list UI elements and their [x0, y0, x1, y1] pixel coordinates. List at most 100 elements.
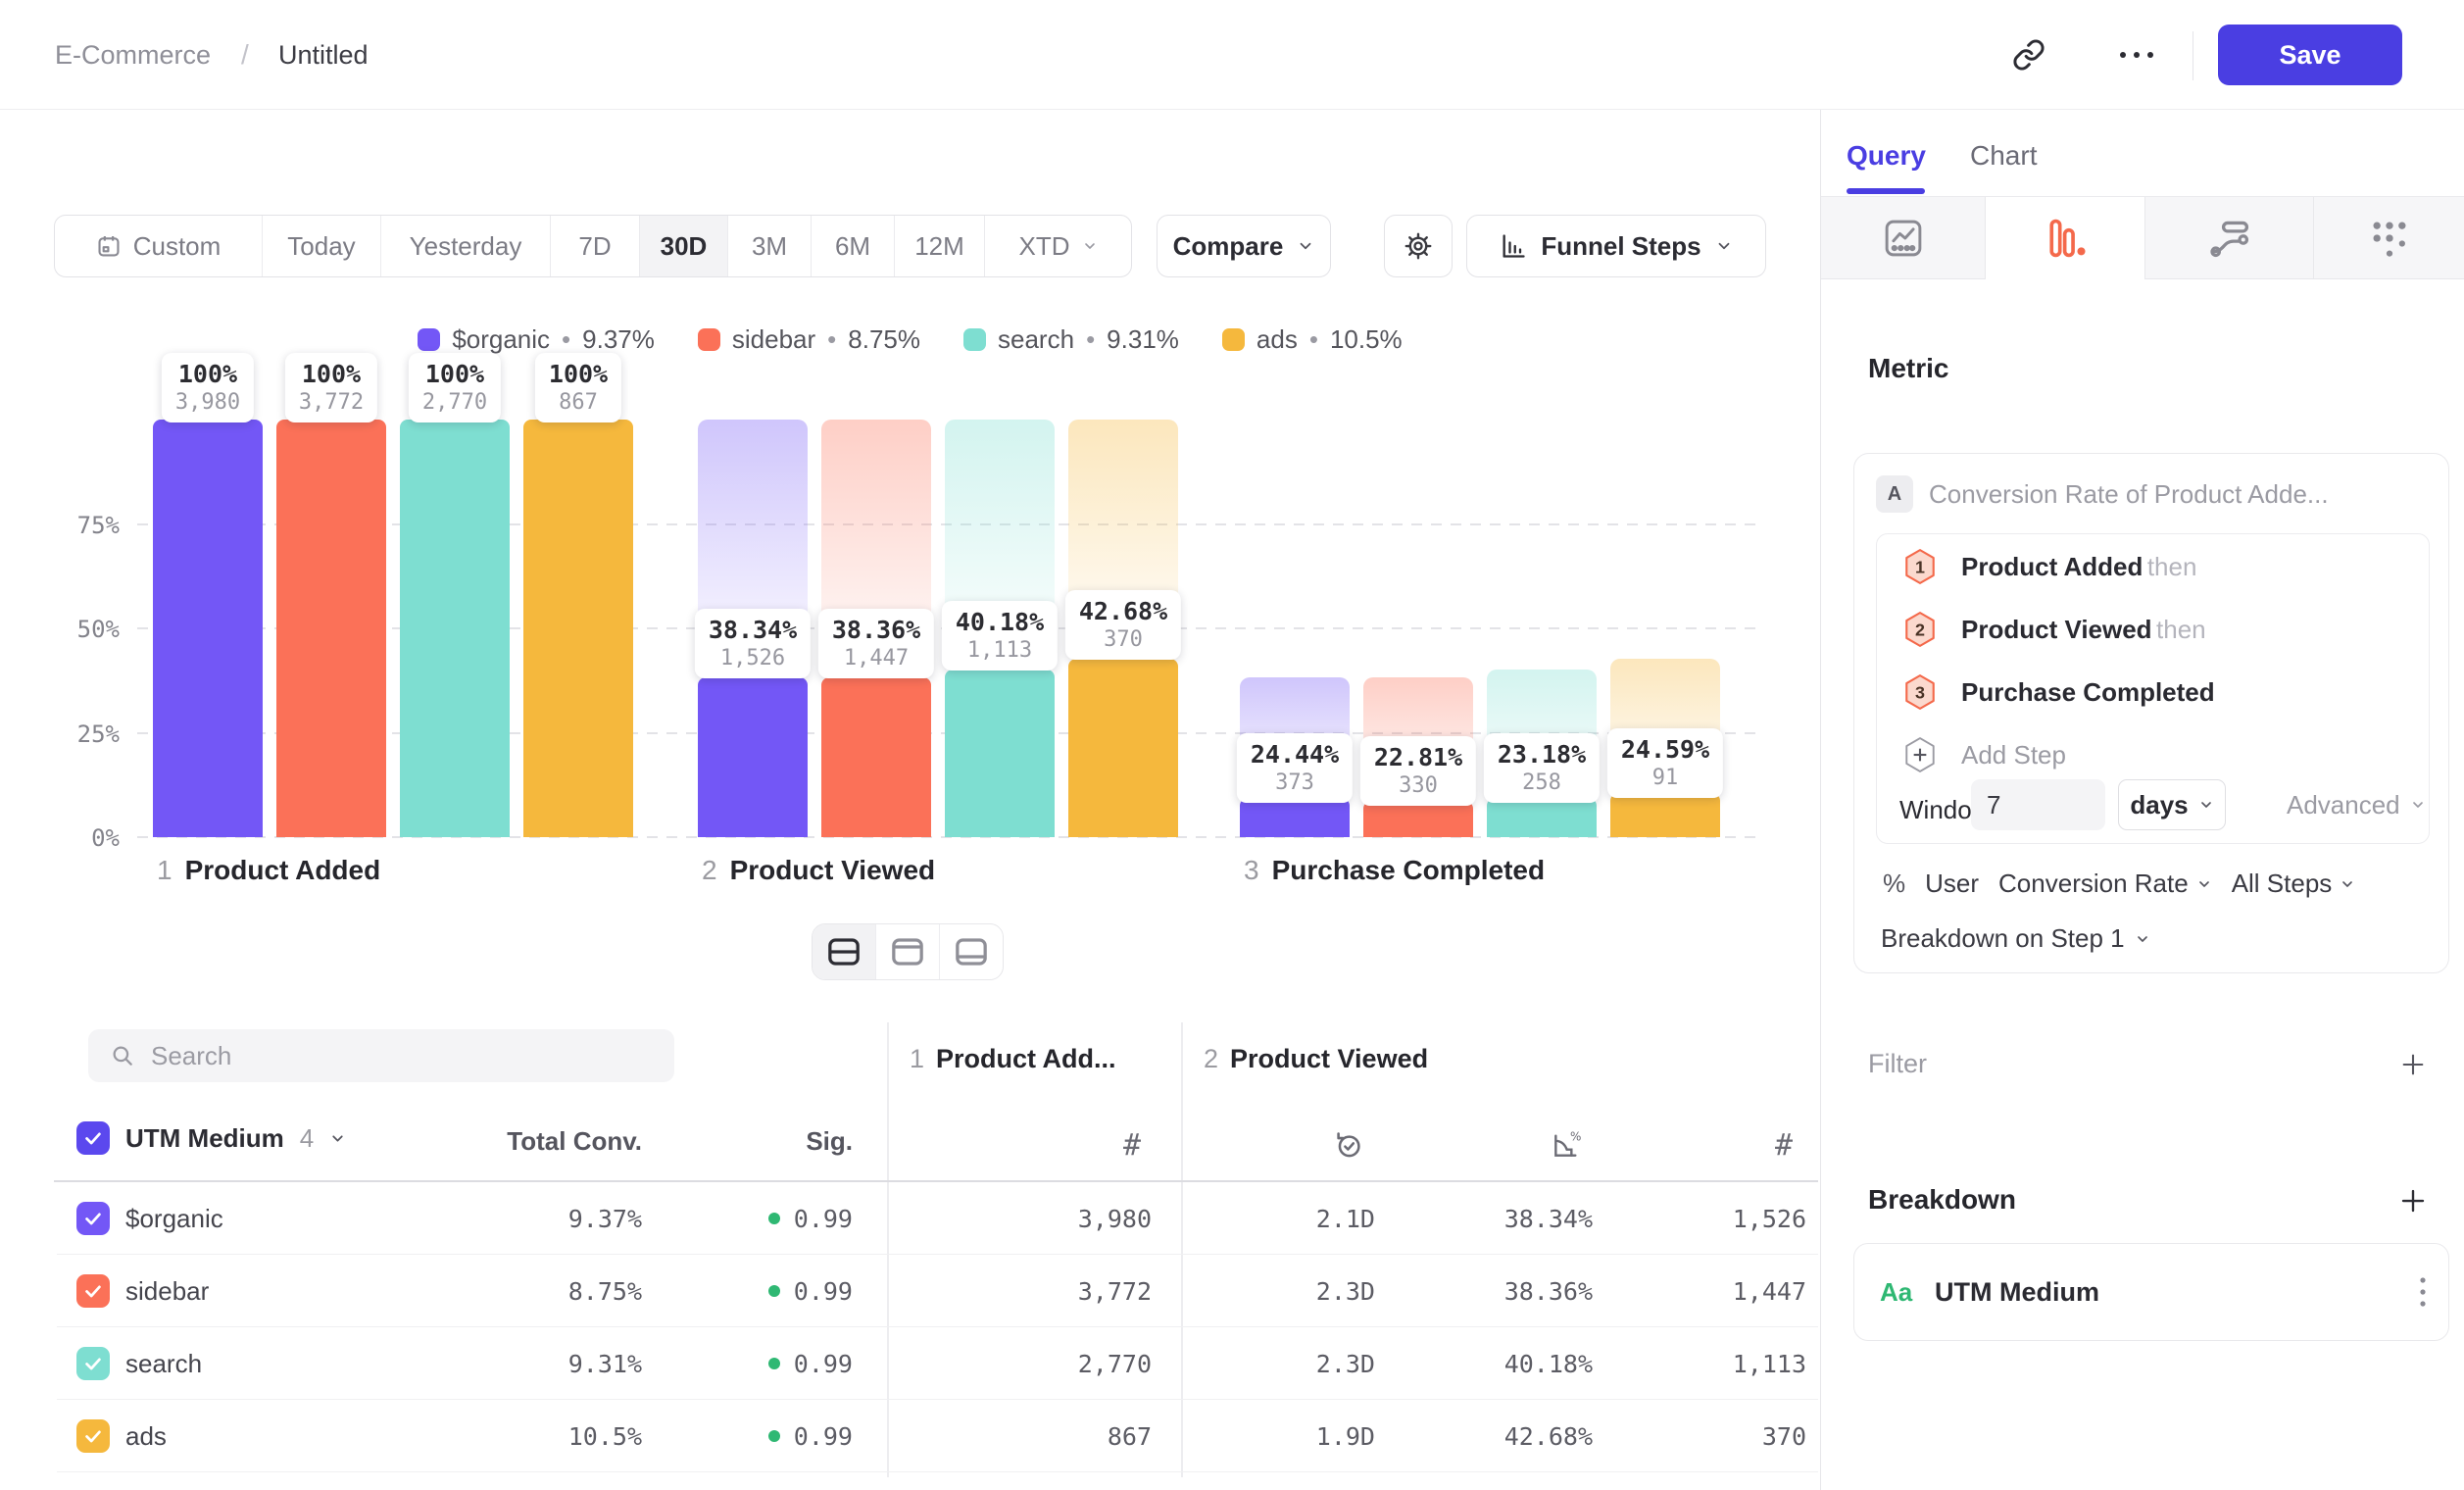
- chart-type-dots-tab[interactable]: [2314, 197, 2464, 279]
- add-step-button[interactable]: Add Step: [1902, 736, 2066, 773]
- step-label-number: 3: [1244, 855, 1259, 886]
- conversion-icon[interactable]: %: [1547, 1125, 1586, 1165]
- metric-title[interactable]: Conversion Rate of Product Adde...: [1929, 475, 2329, 513]
- chart-section: CustomTodayYesterday7D30D3M6M12MXTD Comp…: [0, 110, 1820, 949]
- breadcrumb-section[interactable]: E-Commerce: [55, 0, 211, 110]
- row-checkbox[interactable]: [76, 1202, 110, 1235]
- tab-chart[interactable]: Chart: [1970, 133, 2037, 178]
- funnel-bar[interactable]: [1068, 659, 1178, 837]
- value-count: 3,772: [299, 390, 364, 415]
- funnel-bar[interactable]: [523, 420, 633, 837]
- top-bar: E-Commerce / Untitled Save: [0, 0, 2464, 110]
- table-row[interactable]: ads10.5%0.998671.9D42.68%370: [0, 1400, 1820, 1472]
- window-value-input[interactable]: [1971, 779, 2105, 830]
- value-count: 91: [1621, 766, 1709, 790]
- funnel-value-label: 24.44%373: [1237, 733, 1353, 803]
- save-button[interactable]: Save: [2218, 25, 2402, 85]
- value-count: 2,770: [422, 390, 487, 415]
- table-step1-header: 1 Product Add...: [910, 1044, 1116, 1074]
- layout-split-button[interactable]: [813, 924, 875, 979]
- share-link-button[interactable]: [2001, 27, 2056, 82]
- funnel-bar[interactable]: [945, 670, 1055, 837]
- funnel-value-label: 23.18%258: [1484, 733, 1600, 803]
- advanced-toggle[interactable]: Advanced: [2287, 779, 2426, 830]
- step-row-3[interactable]: 3 Purchase Completed: [1902, 673, 2215, 711]
- ellipsis-icon: [2117, 49, 2156, 61]
- funnel-bar[interactable]: [1487, 798, 1597, 837]
- measure-row: % User Conversion Rate All Steps: [1883, 869, 2355, 899]
- funnel-value-label: 100%867: [535, 353, 621, 422]
- value-percent: 100%: [422, 360, 487, 388]
- breakdown-property-card[interactable]: Aa UTM Medium: [1853, 1243, 2449, 1341]
- search-input[interactable]: [151, 1041, 621, 1071]
- link-icon: [2012, 38, 2045, 72]
- chart-type-line-tab[interactable]: [1821, 197, 1986, 279]
- value-count: 258: [1498, 770, 1586, 795]
- chart-type-funnel-tab[interactable]: [1986, 197, 2145, 279]
- funnel-step-label: 1Product Added: [157, 855, 380, 886]
- select-all-checkbox[interactable]: [76, 1121, 110, 1155]
- step-row-2[interactable]: 2 Product Viewed then: [1902, 611, 2206, 648]
- funnel-bar[interactable]: [276, 420, 386, 837]
- y-axis-tick: 75%: [51, 512, 120, 539]
- sig-dot: [768, 1213, 780, 1224]
- funnel-value-label: 24.59%91: [1607, 728, 1723, 798]
- group-count: 4: [300, 1123, 314, 1154]
- step-row-1[interactable]: 1 Product Added then: [1902, 548, 2196, 585]
- funnel-step-label: 3Purchase Completed: [1244, 855, 1545, 886]
- funnel-bar[interactable]: [1610, 793, 1720, 837]
- funnel-bar[interactable]: [1363, 801, 1473, 837]
- table-step2-header: 2 Product Viewed: [1204, 1044, 1428, 1074]
- layout-toggle: [812, 923, 1004, 980]
- group-by-header[interactable]: UTM Medium 4: [76, 1121, 346, 1155]
- more-menu-button[interactable]: [2109, 27, 2164, 82]
- chart-type-flow-tab[interactable]: [2145, 197, 2314, 279]
- count-icon[interactable]: #: [1764, 1125, 1803, 1165]
- row-step2-avg-time: 2.3D: [1161, 1327, 1375, 1400]
- funnel-bar[interactable]: [153, 420, 263, 837]
- table-row[interactable]: sidebar8.75%0.993,7722.3D38.36%1,447: [0, 1255, 1820, 1327]
- total-conv-column-header[interactable]: Total Conv.: [412, 1121, 642, 1161]
- row-sig: 0.99: [676, 1182, 853, 1255]
- svg-text:3: 3: [1915, 682, 1925, 702]
- measure-actor[interactable]: User: [1925, 869, 1979, 899]
- layout-table-only-button[interactable]: [939, 924, 1003, 979]
- window-unit-select[interactable]: days: [2118, 779, 2226, 830]
- svg-text:1: 1: [1915, 557, 1925, 576]
- row-name: $organic: [125, 1182, 380, 1255]
- table-row[interactable]: search9.31%0.992,7702.3D40.18%1,113: [0, 1327, 1820, 1400]
- table-row[interactable]: $organic9.37%0.993,9802.1D38.34%1,526: [0, 1182, 1820, 1255]
- top-panel-icon: [891, 937, 924, 967]
- funnel-bar[interactable]: [821, 677, 931, 837]
- dots-grid-icon: [2368, 217, 2411, 260]
- breadcrumb-page-title[interactable]: Untitled: [278, 0, 369, 110]
- breakdown-property-label: UTM Medium: [1935, 1277, 2099, 1308]
- funnel-bar[interactable]: [400, 420, 510, 837]
- sig-dot: [768, 1430, 780, 1442]
- tab-query[interactable]: Query: [1847, 133, 1926, 178]
- row-step2-count: 1,113: [1591, 1327, 1806, 1400]
- row-checkbox[interactable]: [76, 1347, 110, 1380]
- avg-time-icon[interactable]: [1329, 1125, 1368, 1165]
- sig-column-header[interactable]: Sig.: [676, 1121, 853, 1161]
- funnel-value-label: 100%2,770: [409, 353, 501, 422]
- add-filter-button[interactable]: [2395, 1047, 2431, 1082]
- funnel-value-label: 42.68%370: [1065, 590, 1181, 660]
- add-breakdown-button[interactable]: [2395, 1183, 2431, 1218]
- row-checkbox[interactable]: [76, 1274, 110, 1308]
- kebab-menu-icon[interactable]: [2405, 1270, 2440, 1314]
- count-icon[interactable]: #: [1112, 1125, 1152, 1165]
- value-percent: 22.81%: [1374, 743, 1462, 771]
- svg-text:2: 2: [1915, 620, 1925, 639]
- funnel-bar[interactable]: [1240, 798, 1350, 837]
- measure-metric-dropdown[interactable]: Conversion Rate: [1998, 869, 2212, 899]
- funnel-bar[interactable]: [698, 677, 808, 837]
- row-checkbox[interactable]: [76, 1419, 110, 1453]
- row-step1-count: 3,980: [936, 1182, 1152, 1255]
- layout-chart-only-button[interactable]: [875, 924, 939, 979]
- line-chart-icon: [1882, 217, 1925, 260]
- measure-scope-dropdown[interactable]: All Steps: [2232, 869, 2356, 899]
- step-number-badge: 2: [1902, 611, 1938, 648]
- breakdown-on-dropdown[interactable]: Breakdown on Step 1: [1881, 923, 2150, 954]
- value-count: 1,526: [709, 646, 797, 670]
